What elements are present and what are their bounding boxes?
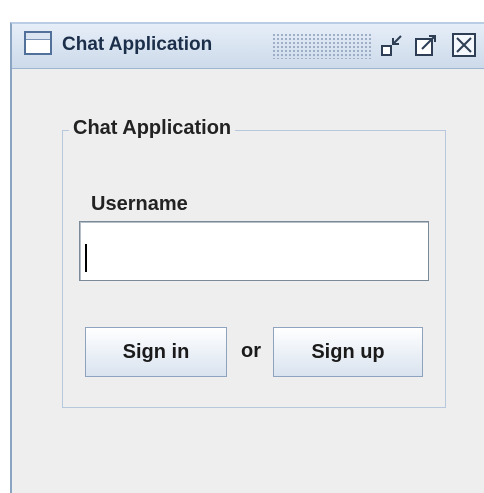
maximize-icon [415, 35, 436, 56]
text-caret [85, 244, 87, 272]
username-label: Username [91, 193, 188, 215]
username-input[interactable] [79, 221, 429, 281]
close-icon [456, 37, 472, 53]
app-window: Chat Application Chat Application Userna… [10, 22, 484, 493]
title-bar[interactable]: Chat Application [12, 24, 484, 69]
window-title: Chat Application [62, 34, 213, 55]
maximize-button[interactable] [414, 33, 438, 57]
sign-in-button[interactable]: Sign in [85, 327, 227, 377]
minimize-button[interactable] [380, 33, 404, 57]
login-group-box: Chat Application Username Sign in or Sig… [62, 117, 446, 408]
close-button[interactable] [452, 33, 476, 57]
app-window-icon [24, 31, 52, 55]
sign-up-button[interactable]: Sign up [273, 327, 423, 377]
title-grip-pattern [272, 33, 372, 59]
minimize-icon [381, 35, 402, 56]
or-separator: or [241, 340, 261, 362]
group-title: Chat Application [69, 117, 236, 140]
